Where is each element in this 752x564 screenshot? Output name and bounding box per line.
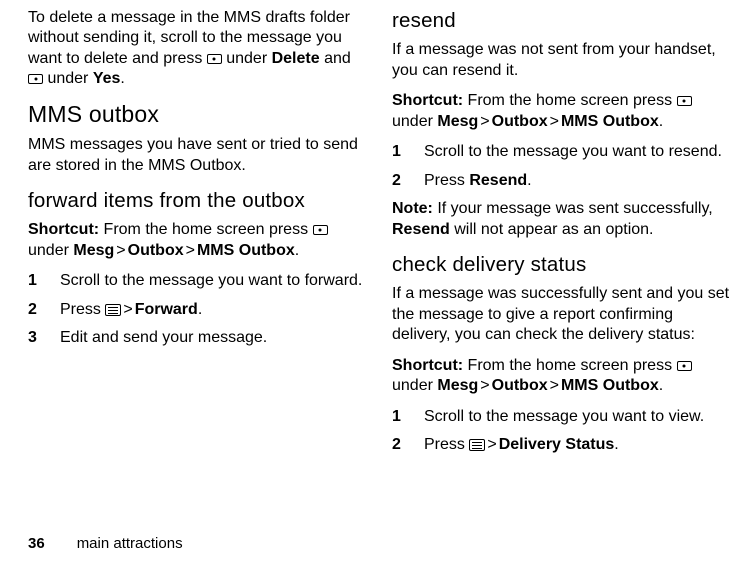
shortcut-delivery: Shortcut: From the home screen press und… bbox=[392, 356, 730, 397]
text: From the home screen press bbox=[463, 92, 676, 109]
label-resend: Resend bbox=[469, 172, 527, 189]
chevron-icon: > bbox=[114, 242, 127, 259]
step-number: 1 bbox=[28, 271, 60, 291]
chapter-title: main attractions bbox=[77, 535, 183, 552]
chevron-icon: > bbox=[478, 377, 491, 394]
chevron-icon: > bbox=[121, 301, 134, 318]
heading-delivery: check delivery status bbox=[392, 252, 730, 278]
menu-icon bbox=[469, 439, 485, 451]
text: . bbox=[198, 301, 202, 318]
step-text: Scroll to the message you want to resend… bbox=[424, 142, 730, 162]
softkey-icon bbox=[677, 361, 692, 371]
text: . bbox=[659, 377, 663, 394]
step-row: 1 Scroll to the message you want to forw… bbox=[28, 271, 366, 291]
label-mesg: Mesg bbox=[437, 113, 478, 130]
label-mmsoutbox: MMS Outbox bbox=[561, 377, 659, 394]
label-mmsoutbox: MMS Outbox bbox=[197, 242, 295, 259]
step-row: 2 Press >Delivery Status. bbox=[392, 435, 730, 455]
step-row: 2 Press Resend. bbox=[392, 171, 730, 191]
step-text: Edit and send your message. bbox=[60, 328, 366, 348]
text: . bbox=[295, 242, 299, 259]
step-number: 2 bbox=[392, 435, 424, 455]
label-shortcut: Shortcut: bbox=[392, 357, 463, 374]
label-shortcut: Shortcut: bbox=[28, 221, 99, 238]
step-text: Press >Forward. bbox=[60, 300, 366, 320]
label-delivery-status: Delivery Status bbox=[499, 436, 615, 453]
label-note: Note: bbox=[392, 200, 433, 217]
text: will not appear as an option. bbox=[450, 221, 654, 238]
heading-resend: resend bbox=[392, 8, 730, 34]
step-text: Scroll to the message you want to forwar… bbox=[60, 271, 366, 291]
label-mesg: Mesg bbox=[437, 377, 478, 394]
step-row: 3 Edit and send your message. bbox=[28, 328, 366, 348]
label-shortcut: Shortcut: bbox=[392, 92, 463, 109]
menu-icon bbox=[105, 304, 121, 316]
text: If your message was sent successfully, bbox=[433, 200, 713, 217]
shortcut-forward: Shortcut: From the home screen press und… bbox=[28, 220, 366, 261]
delete-intro: To delete a message in the MMS drafts fo… bbox=[28, 8, 366, 90]
step-number: 1 bbox=[392, 407, 424, 427]
left-column: To delete a message in the MMS drafts fo… bbox=[28, 8, 366, 464]
text: From the home screen press bbox=[99, 221, 312, 238]
text: Press bbox=[424, 172, 469, 189]
heading-forward: forward items from the outbox bbox=[28, 188, 366, 214]
text: . bbox=[659, 113, 663, 130]
shortcut-resend: Shortcut: From the home screen press und… bbox=[392, 91, 730, 132]
resend-intro: If a message was not sent from your hand… bbox=[392, 40, 730, 81]
step-text: Press >Delivery Status. bbox=[424, 435, 730, 455]
label-resend: Resend bbox=[392, 221, 450, 238]
outbox-desc: MMS messages you have sent or tried to s… bbox=[28, 135, 366, 176]
step-number: 2 bbox=[392, 171, 424, 191]
text: Press bbox=[60, 301, 105, 318]
chevron-icon: > bbox=[478, 113, 491, 130]
heading-mms-outbox: MMS outbox bbox=[28, 100, 366, 129]
softkey-icon bbox=[313, 225, 328, 235]
text: under bbox=[222, 50, 272, 67]
label-outbox: Outbox bbox=[128, 242, 184, 259]
step-number: 3 bbox=[28, 328, 60, 348]
chevron-icon: > bbox=[548, 377, 561, 394]
softkey-icon bbox=[677, 96, 692, 106]
step-row: 1 Scroll to the message you want to rese… bbox=[392, 142, 730, 162]
note: Note: If your message was sent successfu… bbox=[392, 199, 730, 240]
label-outbox: Outbox bbox=[492, 113, 548, 130]
softkey-icon bbox=[28, 74, 43, 84]
label-outbox: Outbox bbox=[492, 377, 548, 394]
label-mesg: Mesg bbox=[73, 242, 114, 259]
step-text: Press Resend. bbox=[424, 171, 730, 191]
delivery-intro: If a message was successfully sent and y… bbox=[392, 284, 730, 345]
text: under bbox=[28, 242, 73, 259]
text: Press bbox=[424, 436, 469, 453]
step-row: 1 Scroll to the message you want to view… bbox=[392, 407, 730, 427]
text: under bbox=[392, 377, 437, 394]
chevron-icon: > bbox=[184, 242, 197, 259]
page-number: 36 bbox=[28, 535, 45, 552]
text: and bbox=[320, 50, 351, 67]
text: From the home screen press bbox=[463, 357, 676, 374]
chevron-icon: > bbox=[485, 436, 498, 453]
text: . bbox=[120, 70, 124, 87]
text: . bbox=[527, 172, 531, 189]
label-yes: Yes bbox=[93, 70, 121, 87]
text: under bbox=[43, 70, 93, 87]
text: . bbox=[614, 436, 618, 453]
softkey-icon bbox=[207, 54, 222, 64]
label-mmsoutbox: MMS Outbox bbox=[561, 113, 659, 130]
step-row: 2 Press >Forward. bbox=[28, 300, 366, 320]
right-column: resend If a message was not sent from yo… bbox=[392, 8, 730, 464]
step-text: Scroll to the message you want to view. bbox=[424, 407, 730, 427]
label-delete: Delete bbox=[272, 50, 320, 67]
text: under bbox=[392, 113, 437, 130]
page-footer: 36 main attractions bbox=[28, 535, 183, 552]
label-forward: Forward bbox=[135, 301, 198, 318]
step-number: 1 bbox=[392, 142, 424, 162]
chevron-icon: > bbox=[548, 113, 561, 130]
step-number: 2 bbox=[28, 300, 60, 320]
